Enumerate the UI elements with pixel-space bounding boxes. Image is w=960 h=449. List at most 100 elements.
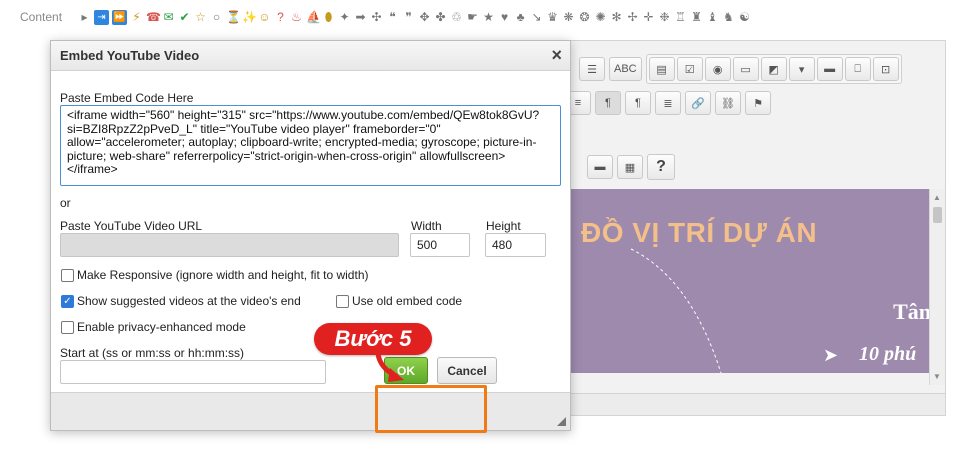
symbol-cross-4[interactable]: ✢ bbox=[626, 9, 639, 25]
start-at-label: Start at (ss or mm:ss or hh:mm:ss) bbox=[60, 346, 245, 360]
symbol-cross-3[interactable]: ✤ bbox=[434, 9, 447, 25]
map-location-text: Tân bbox=[893, 299, 929, 324]
symbol-asterisk-2[interactable]: ✻ bbox=[610, 9, 623, 25]
symbol-star-four[interactable]: ✦ bbox=[338, 9, 351, 25]
youtube-url-input[interactable] bbox=[60, 233, 399, 257]
scroll-up-icon[interactable]: ▲ bbox=[933, 193, 941, 202]
symbol-rook[interactable]: ♖ bbox=[674, 9, 687, 25]
symbol-check[interactable]: ✔ bbox=[178, 9, 191, 25]
symbol-boat[interactable]: ⛵ bbox=[306, 9, 321, 25]
form-icon[interactable]: ▤ bbox=[648, 57, 675, 81]
radio-icon[interactable]: ◉ bbox=[704, 57, 731, 81]
editor-toolbar-row-1: ☰ ABC ▤ ☑ ◉ ▭ ◩ ▾ ▬ ⎕ ⊡ bbox=[579, 54, 902, 84]
spellcheck-button[interactable]: ABC bbox=[609, 57, 642, 81]
width-label: Width bbox=[411, 219, 442, 233]
textarea-icon[interactable]: ◩ bbox=[760, 57, 787, 81]
resize-handle-icon[interactable] bbox=[557, 417, 566, 426]
symbol-play[interactable]: ▸ bbox=[78, 9, 91, 25]
symbol-star[interactable]: ★ bbox=[482, 9, 495, 25]
link-icon[interactable]: 🔗 bbox=[685, 91, 711, 115]
editor-toolbar-row-3: ▬ ▦ ? bbox=[587, 153, 675, 181]
symbol-hot-springs[interactable]: ♨ bbox=[290, 9, 303, 25]
symbol-fast-forward[interactable]: ⏩ bbox=[112, 9, 127, 25]
privacy-enhanced-checkbox[interactable] bbox=[61, 320, 74, 334]
show-suggested-option[interactable]: ✓ Show suggested videos at the video's e… bbox=[61, 294, 301, 308]
symbol-club[interactable]: ♣ bbox=[514, 9, 527, 25]
unlink-icon[interactable]: ⛓ bbox=[715, 91, 741, 115]
rtl-icon[interactable]: ¶ bbox=[625, 91, 651, 115]
symbol-asterisk[interactable]: ✺ bbox=[594, 9, 607, 25]
symbol-sparkles[interactable]: ✨ bbox=[242, 9, 257, 25]
symbol-recycle[interactable]: ♲ bbox=[450, 9, 463, 25]
hidden-field-icon[interactable]: ⊡ bbox=[872, 57, 899, 81]
use-old-embed-option[interactable]: Use old embed code bbox=[336, 294, 462, 308]
symbol-crown[interactable]: ♛ bbox=[546, 9, 559, 25]
symbol-bishop[interactable]: ♝ bbox=[706, 9, 719, 25]
symbol-star-outline[interactable]: ☆ bbox=[194, 9, 207, 25]
use-old-embed-checkbox[interactable] bbox=[336, 294, 349, 308]
or-label: or bbox=[60, 196, 71, 210]
close-icon[interactable]: × bbox=[551, 45, 562, 66]
symbol-hourglass[interactable]: ⏳ bbox=[226, 9, 241, 25]
scroll-down-icon[interactable]: ▼ bbox=[933, 372, 941, 381]
dialog-header[interactable]: Embed YouTube Video × bbox=[51, 41, 570, 71]
embed-code-textarea[interactable]: <iframe width="560" height="315" src="ht… bbox=[60, 105, 561, 186]
paste-text-button[interactable]: ☰ bbox=[579, 57, 605, 81]
symbol-quote-open[interactable]: ❝ bbox=[386, 9, 399, 25]
iframe-icon[interactable]: ▬ bbox=[587, 155, 613, 179]
url-label: Paste YouTube Video URL bbox=[60, 219, 203, 233]
width-input[interactable] bbox=[410, 233, 470, 257]
button-icon[interactable]: ▬ bbox=[816, 57, 843, 81]
symbol-yin-yang[interactable]: ☯ bbox=[738, 9, 751, 25]
symbol-knight[interactable]: ♞ bbox=[722, 9, 735, 25]
symbol-envelope[interactable]: ✉ bbox=[162, 9, 175, 25]
map-title: ĐỒ VỊ TRÍ DỰ ÁN bbox=[581, 217, 818, 248]
symbol-cross-5[interactable]: ✛ bbox=[642, 9, 655, 25]
ltr-icon[interactable]: ¶ bbox=[595, 91, 621, 115]
symbol-sun[interactable]: ❂ bbox=[578, 9, 591, 25]
symbol-arrow-diagonal[interactable]: ↘ bbox=[530, 9, 543, 25]
select-icon[interactable]: ▾ bbox=[788, 57, 815, 81]
cancel-button[interactable]: Cancel bbox=[437, 357, 497, 384]
make-responsive-checkbox[interactable] bbox=[61, 268, 74, 282]
map-distance-text: 10 phú bbox=[859, 343, 917, 365]
privacy-enhanced-label: Enable privacy-enhanced mode bbox=[77, 320, 246, 334]
symbol-circle[interactable]: ○ bbox=[210, 9, 223, 25]
dialog-title: Embed YouTube Video bbox=[60, 48, 200, 63]
symbol-lightning[interactable]: ⚡ bbox=[130, 9, 143, 25]
symbol-tab[interactable]: ⇥ bbox=[94, 9, 109, 25]
height-input[interactable] bbox=[485, 233, 546, 257]
language-icon[interactable]: ≣ bbox=[655, 91, 681, 115]
step-arrow-icon bbox=[375, 352, 404, 382]
symbol-pointing-hand[interactable]: ☛ bbox=[466, 9, 479, 25]
symbol-arrow-right[interactable]: ➡ bbox=[354, 9, 367, 25]
help-button[interactable]: ? bbox=[647, 154, 675, 180]
privacy-enhanced-option[interactable]: Enable privacy-enhanced mode bbox=[61, 320, 246, 334]
make-responsive-option[interactable]: Make Responsive (ignore width and height… bbox=[61, 268, 369, 282]
symbol-phone[interactable]: ☎ bbox=[146, 9, 161, 25]
symbol-list: ▸ ⇥ ⏩ ⚡ ☎ ✉ ✔ ☆ ○ ⏳ ✨ ☺ ? ♨ ⛵ ⬮ ✦ ➡ ✣ ❝ … bbox=[78, 8, 751, 26]
dialog-footer bbox=[51, 392, 570, 430]
symbol-question[interactable]: ? bbox=[274, 9, 287, 25]
image-button-icon[interactable]: ⎕ bbox=[844, 57, 871, 81]
symbol-cross[interactable]: ✣ bbox=[370, 9, 383, 25]
symbol-heart[interactable]: ♥ bbox=[498, 9, 511, 25]
symbol-rook-black[interactable]: ♜ bbox=[690, 9, 703, 25]
anchor-icon[interactable]: ⚑ bbox=[745, 91, 771, 115]
grid-icon[interactable]: ▦ bbox=[617, 155, 643, 179]
embed-code-label: Paste Embed Code Here bbox=[60, 91, 194, 105]
symbol-flower[interactable]: ❋ bbox=[562, 9, 575, 25]
text-field-icon[interactable]: ▭ bbox=[732, 57, 759, 81]
symbol-quote-close[interactable]: ❞ bbox=[402, 9, 415, 25]
symbol-cross-2[interactable]: ✥ bbox=[418, 9, 431, 25]
checkbox-icon[interactable]: ☑ bbox=[676, 57, 703, 81]
symbols-toolbar: Content ▸ ⇥ ⏩ ⚡ ☎ ✉ ✔ ☆ ○ ⏳ ✨ ☺ ? ♨ ⛵ ⬮ … bbox=[0, 0, 960, 34]
symbol-shield[interactable]: ⬮ bbox=[322, 9, 335, 25]
start-at-input[interactable] bbox=[60, 360, 326, 384]
scroll-thumb[interactable] bbox=[933, 207, 942, 223]
editor-scrollbar[interactable]: ▲ ▼ bbox=[929, 189, 945, 385]
symbol-snowflake[interactable]: ❉ bbox=[658, 9, 671, 25]
symbol-smiley[interactable]: ☺ bbox=[258, 9, 271, 25]
form-controls-group: ▤ ☑ ◉ ▭ ◩ ▾ ▬ ⎕ ⊡ bbox=[645, 54, 902, 84]
show-suggested-checkbox[interactable]: ✓ bbox=[61, 294, 74, 308]
